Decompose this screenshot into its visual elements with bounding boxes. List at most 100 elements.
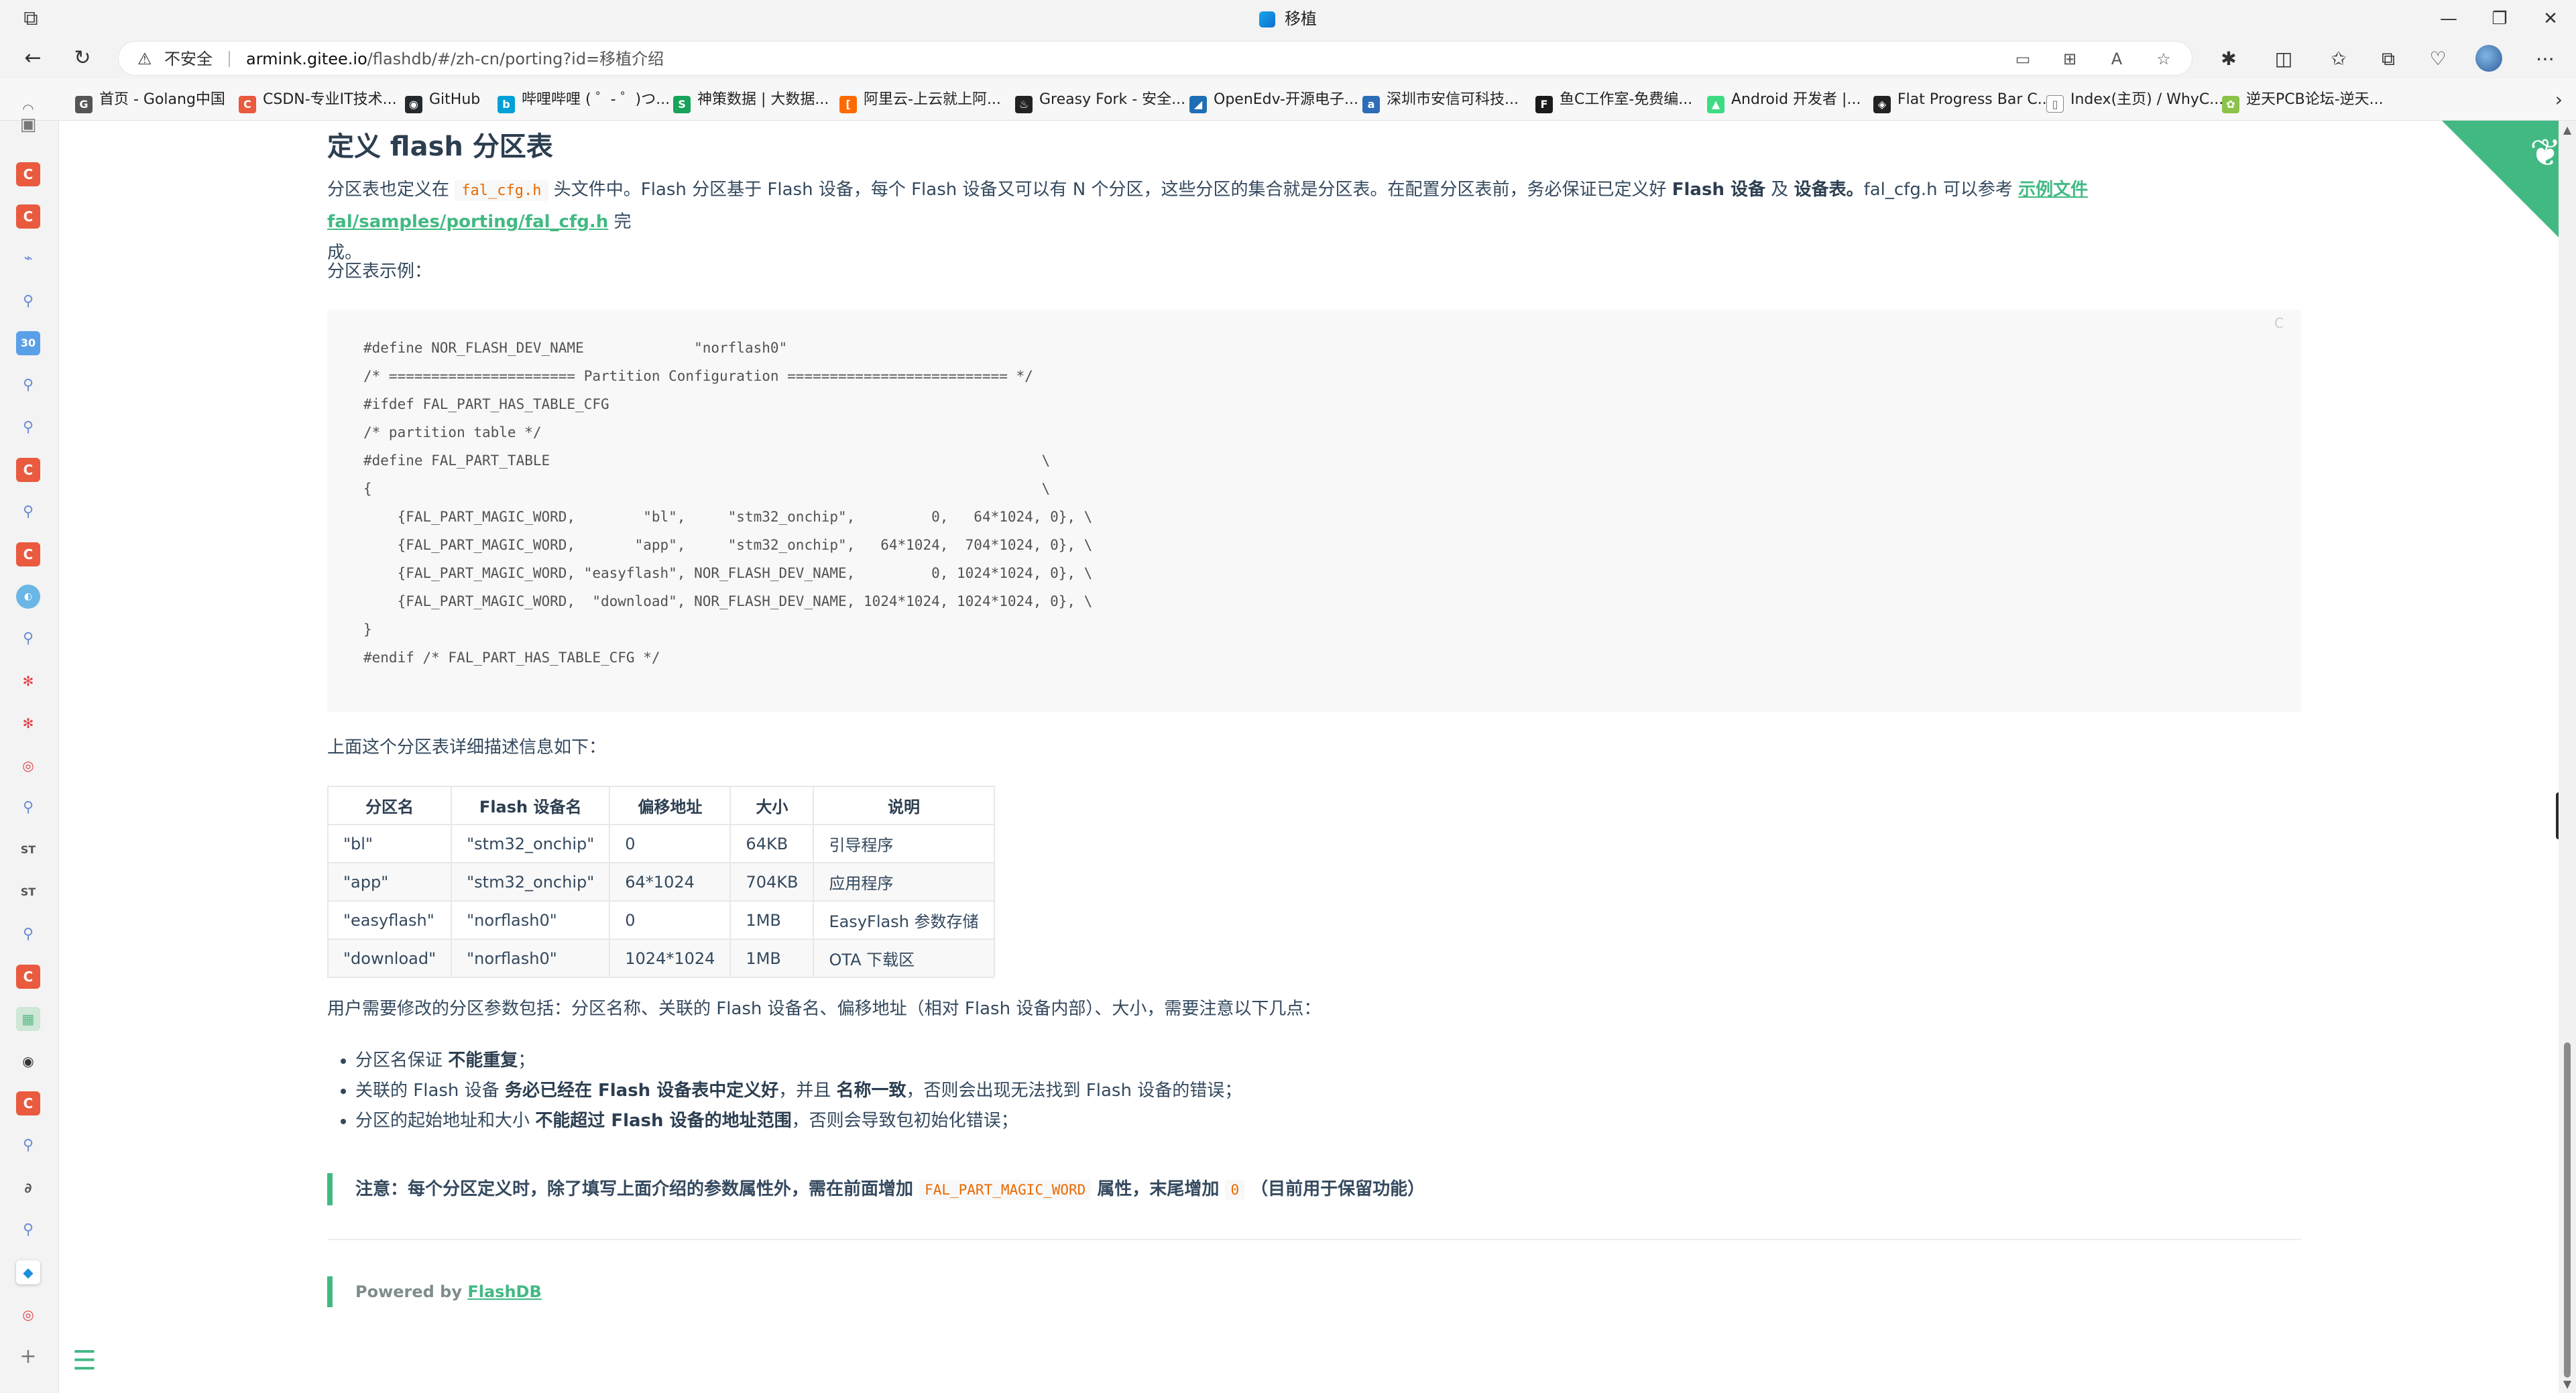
bookmark-item[interactable]: ✿ 逆天PCB论坛-逆天...: [2222, 87, 2384, 113]
page-content: 定义 flash 分区表 分区表也定义在 fal_cfg.h 头文件中。Flas…: [59, 121, 2576, 1393]
bookmark-item[interactable]: [阿里云-上云就上阿...: [839, 87, 1001, 113]
favorites-icon[interactable]: ✩: [2324, 44, 2353, 74]
table-intro: 上面这个分区表详细描述信息如下：: [327, 737, 607, 758]
tab-page[interactable]: ◎: [16, 753, 40, 778]
tab-csdn[interactable]: C: [16, 204, 40, 229]
code-text: #define NOR_FLASH_DEV_NAME "norflash0" /…: [363, 340, 1093, 666]
window-title-bar: ⧉ 移植 — ❐ ✕: [0, 0, 2576, 38]
tab-page[interactable]: 30: [16, 331, 40, 355]
tab-search[interactable]: ⚲: [16, 796, 40, 820]
tab-search[interactable]: ⚲: [16, 416, 40, 440]
bookmark-item[interactable]: ◉ GitHub: [405, 87, 480, 113]
tab-search[interactable]: ⚲: [16, 627, 40, 651]
footer-divider: [327, 1239, 2301, 1240]
extensions-icon[interactable]: ✱: [2214, 44, 2243, 74]
sidebar-toggle-icon[interactable]: ☰: [72, 1347, 97, 1374]
gopher-icon: G: [75, 96, 93, 113]
bookmarks-overflow-chevron-icon[interactable]: ›: [2555, 87, 2563, 113]
table-cell: 1MB: [729, 900, 815, 940]
table-cell: 704KB: [729, 862, 815, 902]
aliyun-icon: [: [839, 96, 857, 113]
url-text[interactable]: armink.gitee.io/flashdb/#/zh-cn/porting?…: [246, 42, 664, 76]
profile-avatar[interactable]: [2475, 45, 2502, 72]
split-screen-icon[interactable]: ◫: [2269, 44, 2298, 74]
favorite-star-icon[interactable]: ☆: [2152, 47, 2176, 71]
github-corner[interactable]: ❦: [2442, 121, 2576, 255]
tab-search[interactable]: ⚲: [16, 1218, 40, 1242]
pcb-icon: ✿: [2222, 96, 2239, 113]
tab-actions-icon[interactable]: ▣: [16, 113, 40, 137]
url-path: /flashdb/#/zh-cn/porting?id=移植介绍: [367, 50, 664, 68]
inline-code: 0: [1225, 1180, 1245, 1200]
reload-button[interactable]: ↻: [67, 43, 98, 74]
tab-page[interactable]: ◐: [16, 585, 40, 609]
code-block[interactable]: C #define NOR_FLASH_DEV_NAME "norflash0"…: [327, 310, 2301, 712]
more-menu-icon[interactable]: ⋯: [2530, 44, 2560, 74]
bookmark-item[interactable]: C CSDN-专业IT技术...: [239, 87, 397, 113]
github-icon: ◉: [405, 96, 422, 113]
bookmark-item[interactable]: ◢ OpenEdv-开源电子...: [1189, 87, 1358, 113]
table-cell: 64KB: [729, 824, 815, 863]
tab-page[interactable]: ▦: [16, 1007, 40, 1031]
close-button[interactable]: ✕: [2525, 0, 2576, 38]
back-button[interactable]: ←: [17, 43, 48, 74]
bookmark-item[interactable]: ◈ Flat Progress Bar C...: [1873, 87, 2052, 113]
tab-page[interactable]: ◎: [16, 1303, 40, 1327]
page-icon: ▯: [2046, 95, 2064, 113]
android-icon: ▲: [1707, 96, 1724, 113]
bookmark-item[interactable]: ♨ Greasy Fork - 安全...: [1015, 87, 1185, 113]
read-aloud-icon[interactable]: A: [2105, 47, 2129, 71]
table-cell: 64*1024: [609, 862, 731, 902]
warning-icon[interactable]: ⚠: [137, 50, 152, 68]
table-row: "easyflash" "norflash0" 0 1MB EasyFlash …: [327, 900, 995, 940]
tab-page[interactable]: ⌁: [16, 247, 40, 271]
vertical-scrollbar[interactable]: ▲ ▼: [2559, 121, 2576, 1393]
tab-page[interactable]: ∂: [16, 1176, 40, 1200]
tab-search[interactable]: ⚲: [16, 500, 40, 524]
minimize-button[interactable]: —: [2423, 0, 2474, 38]
address-bar[interactable]: ⚠ 不安全 armink.gitee.io/flashdb/#/zh-cn/po…: [118, 41, 2192, 76]
tab-csdn[interactable]: C: [16, 965, 40, 989]
scrollbar-thumb[interactable]: [2564, 1042, 2571, 1378]
tab-flashdb-active[interactable]: ◆: [16, 1260, 40, 1284]
tab-search[interactable]: ⚲: [16, 922, 40, 947]
new-tab-plus-icon[interactable]: +: [16, 1345, 40, 1369]
tab-csdn[interactable]: C: [16, 162, 40, 186]
tab-github[interactable]: ◉: [16, 1049, 40, 1073]
scroll-up-arrow-icon[interactable]: ▲: [2559, 123, 2576, 136]
example-label: 分区表示例：: [327, 261, 432, 282]
bookmark-item[interactable]: S 神策数据 | 大数据...: [673, 87, 829, 113]
bookmark-item[interactable]: G 首页 - Golang中国: [75, 87, 225, 113]
restore-button[interactable]: ❐: [2474, 0, 2525, 38]
open-in-app-icon[interactable]: ▭: [2011, 47, 2035, 71]
github-octocat-icon: ❦: [2530, 131, 2561, 175]
table-header: 分区名: [327, 786, 453, 825]
tab-page[interactable]: ST: [16, 880, 40, 904]
tab-page[interactable]: ST: [16, 838, 40, 862]
table-row: "bl" "stm32_onchip" 0 64KB 引导程序: [327, 824, 995, 863]
tab-csdn[interactable]: C: [16, 458, 40, 482]
bookmark-item[interactable]: F 鱼C工作室-免费编...: [1535, 87, 1692, 113]
browser-essentials-icon[interactable]: ♡: [2423, 44, 2453, 74]
bookmark-item[interactable]: ▯ Index(主页) / WhyC...: [2046, 87, 2223, 113]
bookmark-item[interactable]: b 哔哩哔哩 ( ゜- ゜)つ...: [497, 87, 670, 113]
tab-csdn[interactable]: C: [16, 542, 40, 566]
section-heading: 定义 flash 分区表: [327, 131, 553, 162]
bookmark-item[interactable]: a 深圳市安信可科技...: [1362, 87, 1519, 113]
tab-csdn[interactable]: C: [16, 1091, 40, 1115]
flashdb-link[interactable]: FlashDB: [467, 1282, 541, 1301]
tab-search[interactable]: ⚲: [16, 1134, 40, 1158]
tip-callout: 注意：每个分区定义时，除了填写上面介绍的参数属性外，需在前面增加 FAL_PAR…: [327, 1173, 2298, 1205]
tab-search[interactable]: ⚲: [16, 290, 40, 314]
collections-icon[interactable]: ⧉: [2374, 44, 2403, 74]
table-cell: "norflash0": [451, 900, 611, 940]
not-secure-label[interactable]: 不安全: [164, 42, 213, 76]
codepen-icon: ◈: [1873, 96, 1891, 113]
tab-page[interactable]: ✻: [16, 711, 40, 735]
bookmark-item[interactable]: ▲ Android 开发者 |...: [1707, 87, 1861, 113]
scroll-down-arrow-icon[interactable]: ▼: [2559, 1378, 2576, 1390]
tab-page[interactable]: ✻: [16, 669, 40, 693]
tab-search[interactable]: ⚲: [16, 373, 40, 398]
address-separator: [229, 51, 230, 67]
apps-icon[interactable]: ⊞: [2058, 47, 2082, 71]
